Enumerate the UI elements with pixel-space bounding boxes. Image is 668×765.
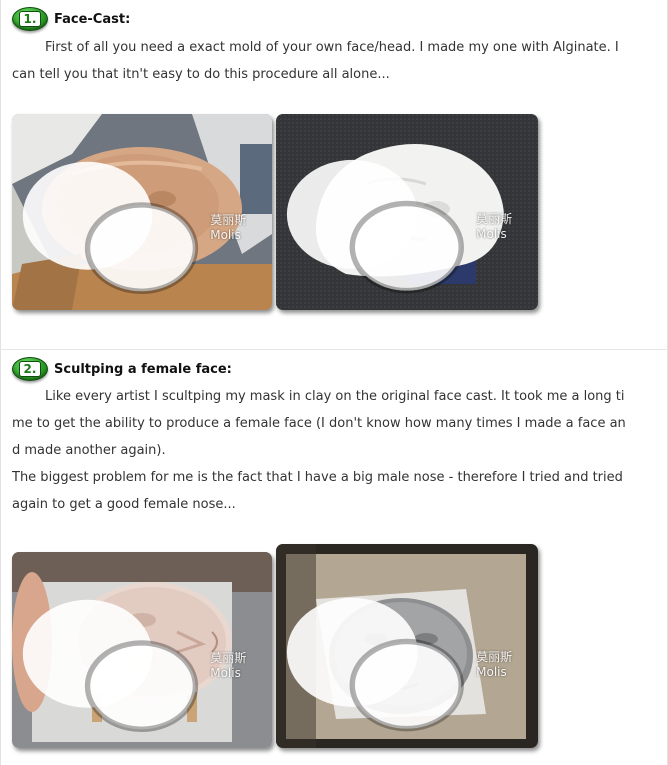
step-number: 1. (18, 11, 42, 27)
text-line: can tell you that itn't easy to do this … (12, 67, 390, 82)
step-number-badge: 2. (12, 357, 48, 381)
text-line: me to get the ability to produce a femal… (12, 416, 626, 431)
step-number-badge: 1. (12, 7, 48, 31)
wechat-icon (22, 161, 199, 294)
section-sculpting: 2. Scultping a female face: Like every a… (0, 351, 668, 765)
watermark-text: 莫丽斯Molis (210, 212, 247, 242)
photo-watermark: 莫丽斯Molis (12, 151, 262, 302)
text-line: again to get a good female nose... (12, 497, 236, 512)
photo-plaster-cast: 莫丽斯Molis (276, 114, 538, 310)
photo-watermark: 莫丽斯Molis (276, 587, 528, 740)
photo-grey-sculpt: 莫丽斯Molis (276, 544, 538, 748)
photo-watermark: 莫丽斯Molis (276, 149, 528, 302)
step-number: 2. (18, 361, 42, 377)
wechat-icon (286, 160, 464, 294)
photo-watermark: 莫丽斯Molis (12, 589, 262, 740)
text-line: d made another again). (12, 443, 166, 458)
step-text: First of all you need a exact mold of yo… (12, 34, 668, 88)
photo-clay-face: 莫丽斯Molis (12, 552, 272, 748)
watermark-text: 莫丽斯Molis (476, 212, 513, 242)
step-title: Face-Cast: (54, 11, 131, 27)
text-line: Like every artist I scultping my mask in… (12, 389, 625, 404)
text-line: The biggest problem for me is the fact t… (12, 470, 623, 485)
watermark-text: 莫丽斯Molis (476, 650, 513, 680)
step-heading-1: 1. Face-Cast: (12, 7, 130, 31)
section-face-cast: 1. Face-Cast: First of all you need a ex… (0, 0, 668, 350)
wechat-icon (286, 598, 464, 732)
step-heading-2: 2. Scultping a female face: (12, 357, 232, 381)
text-line: First of all you need a exact mold of yo… (12, 40, 619, 55)
watermark-text: 莫丽斯Molis (210, 650, 247, 680)
photo-alginate-mold: 莫丽斯Molis (12, 114, 272, 310)
step-title: Scultping a female face: (54, 361, 232, 377)
step-text: Like every artist I scultping my mask in… (12, 383, 668, 518)
wechat-icon (22, 599, 199, 732)
